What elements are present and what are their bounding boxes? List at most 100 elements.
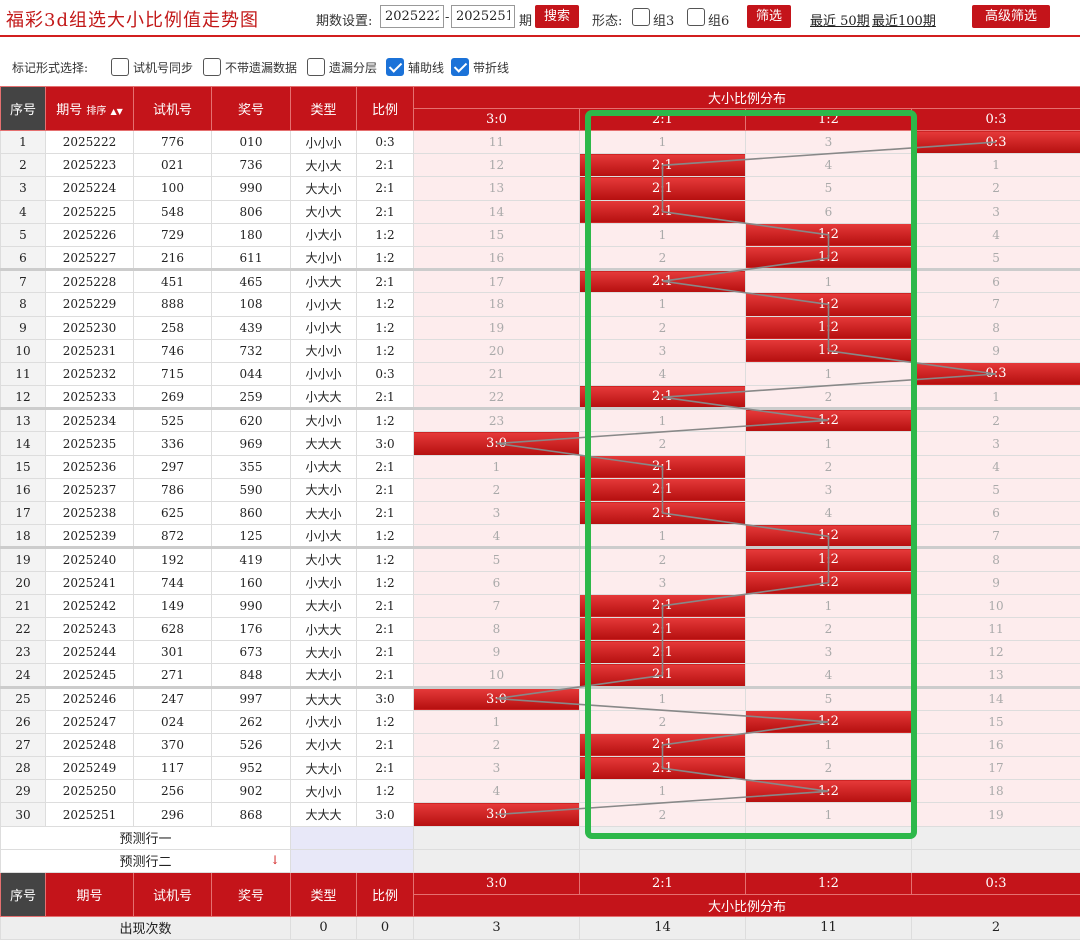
zu6-checkbox[interactable]: [687, 8, 705, 26]
omission-cell: 7: [910, 524, 1080, 550]
prize-number-cell: 969: [211, 431, 291, 456]
prize-header: 奖号: [211, 86, 291, 131]
filter-button[interactable]: 筛选: [747, 5, 791, 28]
test-number-cell: 625: [133, 500, 212, 526]
period-label: 期数设置:: [316, 14, 373, 29]
ratio-hit-cell: 1:2: [745, 292, 912, 317]
omission-cell: 2: [413, 732, 580, 758]
ratio-cell: 1:2: [356, 408, 414, 433]
recent-50-link[interactable]: 最近 50期: [810, 10, 870, 29]
ratio-cell: 3:0: [356, 431, 414, 456]
footer-dist-col-header: 1:2: [745, 871, 912, 895]
omission-cell: 1: [910, 385, 1080, 411]
omission-cell: 7: [413, 593, 580, 618]
omission-cell: 5: [745, 686, 912, 711]
omission-cell: 1: [745, 732, 912, 758]
omission-cell: 2: [579, 245, 746, 272]
test-number-cell: 746: [133, 338, 212, 363]
ratio-cell: 2:1: [356, 732, 414, 758]
recent-100-link[interactable]: 最近100期: [872, 10, 936, 29]
table-row: 30 2025251 296 868 大大大 3:0 3:0 2 1 19: [0, 802, 1080, 827]
type-cell: 小小大: [290, 292, 357, 317]
table-row: 2 2025223 021 736 大小大 2:1 12 2:1 4 1: [0, 153, 1080, 178]
omission-cell: 1: [413, 454, 580, 479]
prize-number-cell: 180: [211, 222, 291, 247]
table-row: 18 2025239 872 125 小小大 1:2 4 1 1:2 7: [0, 524, 1080, 550]
ratio-hit-cell: 0:3: [910, 129, 1080, 155]
advanced-filter-button[interactable]: 高级筛选: [972, 5, 1050, 28]
omission-cell: 3: [413, 500, 580, 526]
sort-arrow-icon[interactable]: ▲▼: [110, 107, 122, 116]
type-cell: 大大大: [290, 802, 357, 827]
table-row: 26 2025247 024 262 小大小 1:2 1 2 1:2 15: [0, 709, 1080, 734]
predict-cell[interactable]: [745, 825, 912, 850]
ratio-hit-cell: 2:1: [579, 477, 746, 503]
omission-cell: 3: [910, 199, 1080, 224]
issue-cell: 2025245: [45, 663, 134, 689]
seq-cell: 8: [0, 292, 46, 317]
test-number-cell: 117: [133, 756, 212, 781]
omission-cell: 16: [413, 245, 580, 272]
omission-cell: 3: [745, 477, 912, 503]
predict-cell[interactable]: [910, 825, 1080, 850]
ratio-hit-cell: 2:1: [579, 500, 746, 526]
type-cell: 大大小: [290, 500, 357, 526]
period-to-input[interactable]: [451, 5, 515, 28]
issue-header[interactable]: 期号 排序 ▲▼: [45, 86, 134, 131]
omission-cell: 3: [745, 640, 912, 665]
prize-number-cell: 590: [211, 477, 291, 503]
guide-line-checkbox[interactable]: [386, 58, 404, 76]
search-button[interactable]: 搜索: [535, 5, 579, 28]
marker-options-label: 标记形式选择:: [12, 61, 89, 75]
omission-cell: 1: [579, 222, 746, 247]
footer-test-header: 试机号: [133, 871, 212, 917]
seq-cell: 4: [0, 199, 46, 224]
type-cell: 小大大: [290, 454, 357, 479]
issue-cell: 2025222: [45, 129, 134, 155]
seq-cell: 15: [0, 454, 46, 479]
predict-cell[interactable]: [745, 848, 912, 873]
omission-cell: 15: [413, 222, 580, 247]
ratio-cell: 0:3: [356, 361, 414, 387]
arrow-down-icon[interactable]: ↓: [270, 853, 280, 867]
stat-count: 2: [910, 915, 1080, 940]
table-row: 22 2025243 628 176 小大大 2:1 8 2:1 2 11: [0, 616, 1080, 642]
omission-cell: 13: [910, 663, 1080, 689]
period-dash: -: [445, 10, 450, 25]
table-row: 5 2025226 729 180 小大小 1:2 15 1 1:2 4: [0, 222, 1080, 247]
polyline-checkbox[interactable]: [451, 58, 469, 76]
predict-cell[interactable]: [579, 848, 746, 873]
prize-number-cell: 108: [211, 292, 291, 317]
seq-cell: 18: [0, 524, 46, 550]
type-cell: 小大小: [290, 570, 357, 595]
seq-cell: 22: [0, 616, 46, 642]
test-number-cell: 451: [133, 269, 212, 294]
issue-cell: 2025225: [45, 199, 134, 224]
predict-row-1-input[interactable]: [290, 825, 414, 850]
predict-cell[interactable]: [579, 825, 746, 850]
ratio-hit-cell: 1:2: [745, 524, 912, 550]
issue-cell: 2025242: [45, 593, 134, 618]
prize-number-cell: 673: [211, 640, 291, 665]
no-omission-checkbox[interactable]: [203, 58, 221, 76]
predict-cell[interactable]: [413, 848, 580, 873]
ratio-cell: 1:2: [356, 222, 414, 247]
zu3-checkbox[interactable]: [632, 8, 650, 26]
test-number-cell: 888: [133, 292, 212, 317]
table-row: 6 2025227 216 611 大小小 1:2 16 2 1:2 5: [0, 245, 1080, 272]
test-number-cell: 336: [133, 431, 212, 456]
predict-row-2-input[interactable]: [290, 848, 414, 873]
marker-options-bar: 标记形式选择: 试机号同步 不带遗漏数据 遗漏分层 辅助线 带折线: [0, 50, 1080, 84]
omission-cell: 4: [745, 153, 912, 178]
predict-cell[interactable]: [413, 825, 580, 850]
omission-layer-checkbox[interactable]: [307, 58, 325, 76]
ratio-hit-cell: 2:1: [579, 269, 746, 294]
predict-cell[interactable]: [910, 848, 1080, 873]
test-number-cell: 301: [133, 640, 212, 665]
prize-number-cell: 806: [211, 199, 291, 224]
issue-cell: 2025235: [45, 431, 134, 456]
footer-ratio-header: 比例: [356, 871, 414, 917]
footer-dist-col-header: 2:1: [579, 871, 746, 895]
test-sync-checkbox[interactable]: [111, 58, 129, 76]
period-from-input[interactable]: [380, 5, 444, 28]
